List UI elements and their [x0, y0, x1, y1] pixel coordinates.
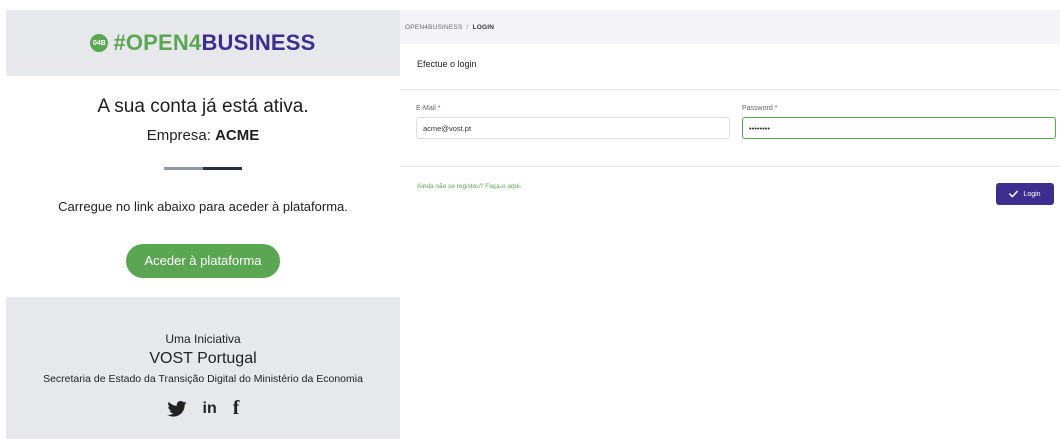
access-platform-button[interactable]: Aceder à plataforma	[126, 244, 280, 278]
social-links: in f	[6, 397, 400, 420]
brand-open: OPEN4	[125, 30, 202, 55]
company-line: Empresa: ACME	[6, 127, 400, 144]
divider	[164, 167, 242, 170]
register-link[interactable]: Ainda não se registou? Faça-o aqui.	[417, 183, 521, 190]
org-name: VOST Portugal	[149, 350, 257, 367]
breadcrumb-separator: /	[466, 23, 469, 31]
email-field[interactable]	[416, 117, 730, 139]
breadcrumb: OPEN4BUSINESS / LOGIN	[400, 10, 1060, 44]
instruction-text: Carregue no link abaixo para aceder à pl…	[58, 199, 348, 214]
email-panel: 04B #OPEN4BUSINESS A sua conta já está a…	[6, 10, 400, 439]
account-active-title: A sua conta já está ativa.	[97, 96, 309, 117]
brand-header: 04B #OPEN4BUSINESS	[6, 10, 400, 76]
brand-hash: #	[113, 30, 126, 55]
twitter-icon[interactable]	[166, 400, 187, 417]
brand-logo: 04B #OPEN4BUSINESS	[90, 30, 315, 56]
breadcrumb-current: LOGIN	[472, 23, 495, 31]
brand-business: BUSINESS	[201, 30, 316, 55]
login-title: Efectue o login	[400, 44, 1060, 90]
email-field-group: E-Mail *	[416, 105, 730, 139]
password-label: Password *	[742, 105, 778, 112]
login-button-label: Login	[1023, 190, 1041, 198]
initiative-text: Uma Iniciativa	[165, 332, 241, 346]
linkedin-icon[interactable]: in	[203, 400, 217, 418]
password-field-group: Password *	[742, 105, 1056, 139]
brand-wordmark: #OPEN4BUSINESS	[113, 30, 315, 56]
facebook-icon[interactable]: f	[233, 397, 240, 420]
company-label: Empresa:	[146, 127, 211, 144]
breadcrumb-root[interactable]: OPEN4BUSINESS	[405, 24, 463, 31]
company-name: ACME	[215, 127, 260, 144]
password-field[interactable]	[742, 117, 1056, 139]
login-form: E-Mail * Password *	[400, 105, 1060, 139]
login-button[interactable]: Login	[996, 183, 1054, 205]
login-footer: Ainda não se registou? Faça-o aqui. Logi…	[400, 166, 1060, 205]
o4b-logo-icon: 04B	[90, 34, 109, 52]
check-icon	[1009, 190, 1019, 198]
ministry-text: Secretaria de Estado da Transição Digita…	[43, 373, 363, 385]
email-label: E-Mail *	[416, 105, 441, 112]
email-footer: Uma Iniciativa VOST Portugal Secretaria …	[6, 297, 400, 439]
login-page: OPEN4BUSINESS / LOGIN Efectue o login E-…	[400, 10, 1060, 439]
